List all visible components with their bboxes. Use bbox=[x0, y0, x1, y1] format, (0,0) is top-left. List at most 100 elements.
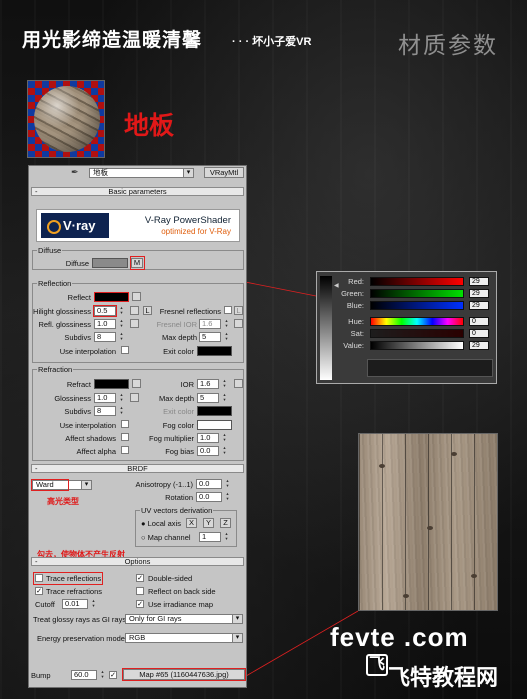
anisotropy-label: Anisotropy (-1..1) bbox=[135, 480, 193, 489]
fog-multiplier-input[interactable]: 1.0 bbox=[197, 433, 228, 443]
fresnel-reflections-checkbox[interactable] bbox=[224, 306, 232, 314]
refl-exit-color-swatch[interactable] bbox=[197, 346, 232, 356]
fog-color-swatch[interactable] bbox=[197, 420, 232, 430]
local-axis-radio[interactable]: ● Local axis bbox=[141, 519, 181, 528]
reflect-color-swatch[interactable] bbox=[94, 292, 129, 302]
fresnel-lock-button[interactable]: L bbox=[234, 306, 243, 315]
refl-max-depth-input[interactable]: 5 bbox=[199, 332, 230, 342]
diffuse-label: Diffuse bbox=[65, 259, 89, 268]
cutoff-label: Cutoff bbox=[35, 600, 55, 609]
refl-glossiness-input[interactable]: 1.0 bbox=[94, 319, 125, 329]
hilight-lock-button[interactable]: L bbox=[143, 306, 152, 315]
diffuse-color-swatch[interactable] bbox=[92, 258, 128, 268]
axis-y-button[interactable]: Y bbox=[203, 518, 214, 528]
affect-alpha-checkbox[interactable] bbox=[121, 446, 129, 454]
refract-label: Refract bbox=[66, 380, 91, 389]
whiteness-strip[interactable] bbox=[320, 276, 332, 380]
refl-use-interpolation-label: Use interpolation bbox=[59, 347, 116, 356]
sat-slider[interactable] bbox=[370, 329, 464, 338]
hilight-glossiness-highlight bbox=[93, 305, 117, 317]
blue-slider[interactable] bbox=[370, 301, 464, 310]
color-picker-popup: ◀ Red: 29 Green: 29 Blue: 29 Hue: 0 Sat:… bbox=[316, 271, 497, 384]
vray-product-name: V-Ray PowerShader bbox=[144, 215, 231, 226]
hue-slider[interactable] bbox=[370, 317, 464, 326]
energy-preservation-label: Energy preservation mode: bbox=[37, 634, 128, 643]
refl-use-interpolation-checkbox[interactable] bbox=[121, 346, 129, 354]
affect-shadows-checkbox[interactable] bbox=[121, 433, 129, 441]
fresnel-ior-label: Fresnel IOR bbox=[156, 320, 197, 329]
fresnel-ior-map-button[interactable] bbox=[234, 319, 243, 328]
refraction-group-title: Refraction bbox=[37, 365, 74, 374]
refr-use-interpolation-checkbox[interactable] bbox=[121, 420, 129, 428]
axis-x-button[interactable]: X bbox=[186, 518, 197, 528]
refr-subdivs-input[interactable]: 8 bbox=[94, 406, 125, 416]
refract-color-swatch[interactable] bbox=[94, 379, 129, 389]
hilight-map-button[interactable] bbox=[130, 306, 139, 315]
refr-subdivs-label: Subdivs bbox=[64, 407, 91, 416]
axis-z-button[interactable]: Z bbox=[220, 518, 231, 528]
hue-value[interactable]: 0 bbox=[469, 317, 489, 326]
refr-exit-color-swatch[interactable] bbox=[197, 406, 232, 416]
use-irradiance-map-label: Use irradiance map bbox=[148, 600, 214, 609]
map-channel-label: Map channel bbox=[147, 533, 191, 542]
green-value[interactable]: 29 bbox=[469, 289, 489, 298]
refr-glossiness-map-button[interactable] bbox=[130, 393, 139, 402]
material-type-button[interactable]: VRayMtl bbox=[204, 167, 244, 178]
rotation-input[interactable]: 0.0 bbox=[196, 492, 231, 502]
trace-refractions-checkbox[interactable]: ✓ bbox=[35, 587, 43, 595]
red-slider[interactable] bbox=[370, 277, 464, 286]
fresnel-ior-input[interactable]: 1.6 bbox=[199, 319, 230, 329]
sat-value[interactable]: 0 bbox=[469, 329, 489, 338]
blue-value[interactable]: 29 bbox=[469, 301, 489, 310]
refr-glossiness-input[interactable]: 1.0 bbox=[94, 393, 125, 403]
rollout-options-label: Options bbox=[124, 557, 151, 566]
map-channel-input[interactable]: 1 bbox=[199, 532, 230, 542]
bump-amount-input[interactable]: 60.0 bbox=[71, 670, 106, 680]
reflect-on-back-side-checkbox[interactable] bbox=[136, 587, 144, 595]
ior-map-button[interactable] bbox=[234, 379, 243, 388]
reflect-label: Reflect bbox=[67, 293, 91, 302]
treat-glossy-label: Treat glossy rays as GI rays: bbox=[33, 615, 129, 624]
rotation-label: Rotation bbox=[165, 493, 193, 502]
energy-preservation-dropdown[interactable]: RGB bbox=[125, 633, 243, 643]
cutoff-input[interactable]: 0.01 bbox=[62, 599, 97, 609]
hilight-glossiness-label: Hilight glossiness bbox=[33, 307, 91, 316]
value-value[interactable]: 29 bbox=[469, 341, 489, 350]
refr-max-depth-input[interactable]: 5 bbox=[197, 393, 228, 403]
reflect-map-button[interactable] bbox=[132, 292, 141, 301]
pick-material-icon[interactable]: ✒ bbox=[71, 167, 79, 178]
watermark-logo-icon: 飞 bbox=[366, 654, 388, 676]
use-irradiance-map-checkbox[interactable]: ✓ bbox=[136, 600, 144, 608]
double-sided-checkbox[interactable]: ✓ bbox=[136, 574, 144, 582]
material-name-field[interactable]: 地板 bbox=[89, 168, 194, 178]
rollout-brdf[interactable]: - BRDF bbox=[31, 464, 244, 473]
rollout-basic-parameters[interactable]: - Basic parameters bbox=[31, 187, 244, 196]
refl-subdivs-input[interactable]: 8 bbox=[94, 332, 125, 342]
bump-enabled-checkbox[interactable]: ✓ bbox=[109, 671, 117, 679]
refr-glossiness-label: Glossiness bbox=[54, 394, 91, 403]
value-slider[interactable] bbox=[370, 341, 464, 350]
anisotropy-input[interactable]: 0.0 bbox=[196, 479, 231, 489]
treat-glossy-dropdown[interactable]: Only for GI rays bbox=[125, 614, 243, 624]
red-value[interactable]: 29 bbox=[469, 277, 489, 286]
fog-bias-label: Fog bias bbox=[165, 447, 194, 456]
refl-exit-color-label: Exit color bbox=[163, 347, 194, 356]
refl-subdivs-label: Subdivs bbox=[64, 333, 91, 342]
treat-glossy-value: Only for GI rays bbox=[129, 614, 182, 623]
ior-input[interactable]: 1.6 bbox=[197, 379, 228, 389]
vray-tagline: optimized for V-Ray bbox=[161, 227, 231, 236]
map-channel-radio[interactable]: ○ Map channel bbox=[141, 533, 191, 542]
rollout-options[interactable]: - Options bbox=[31, 557, 244, 566]
red-label: Red: bbox=[348, 277, 364, 286]
refract-map-button[interactable] bbox=[132, 379, 141, 388]
trace-reflections-highlight bbox=[33, 572, 103, 585]
bump-label: Bump bbox=[31, 671, 51, 680]
fog-bias-input[interactable]: 0.0 bbox=[197, 446, 228, 456]
rollout-basic-label: Basic parameters bbox=[108, 187, 167, 196]
refl-glossiness-map-button[interactable] bbox=[130, 319, 139, 328]
color-preview bbox=[367, 359, 493, 377]
fresnel-reflections-label: Fresnel reflections bbox=[159, 307, 221, 316]
wood-texture-image bbox=[358, 433, 498, 611]
green-label: Green: bbox=[341, 289, 364, 298]
green-slider[interactable] bbox=[370, 289, 464, 298]
